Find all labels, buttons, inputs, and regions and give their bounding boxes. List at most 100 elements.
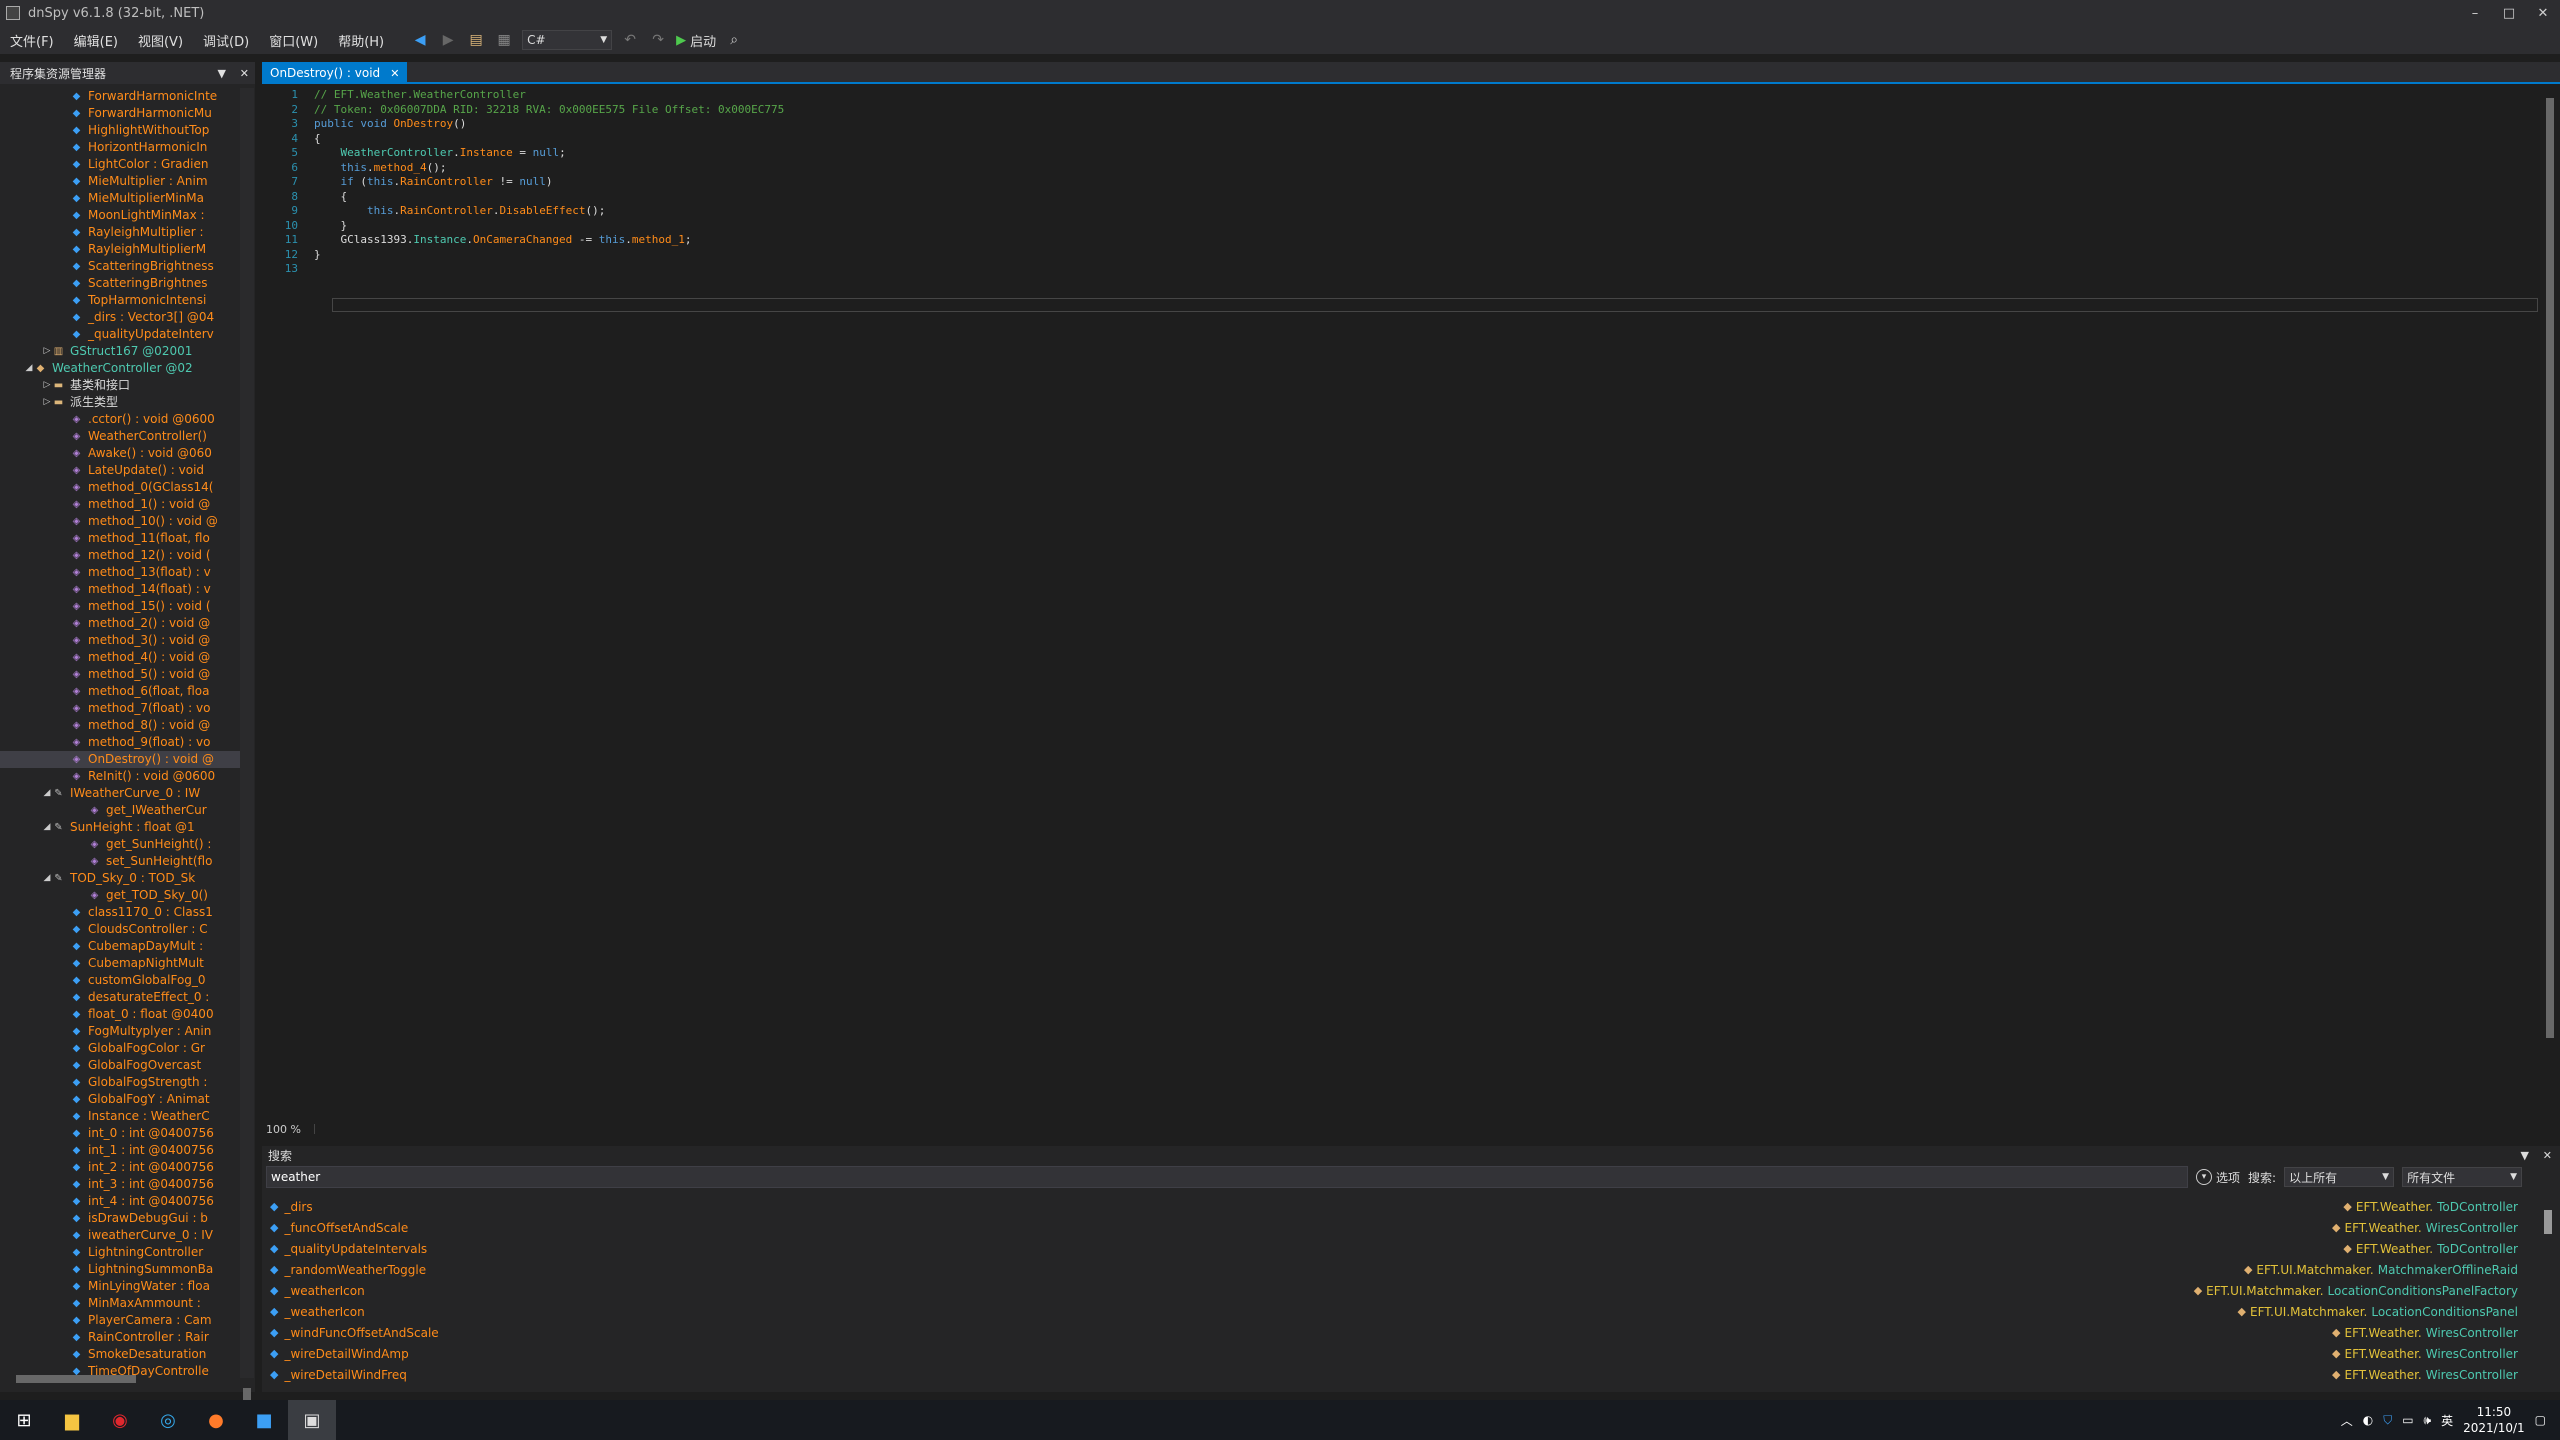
ime-indicator[interactable]: 英 [2441,1412,2453,1429]
tree-item[interactable]: ◈ ReInit() : void @0600 [0,768,240,785]
network-icon[interactable]: ▭ [2402,1413,2413,1427]
search-result-row[interactable]: ◆ _wireDetailWindFreq ◆ EFT.Weather. WiresCo… [262,1364,2532,1385]
tree-item[interactable]: ◆ HorizontHarmonicIn [0,139,240,156]
tree-item[interactable]: ◢ ✎ TOD_Sky_0 : TOD_Sk [0,870,240,887]
open-list-icon[interactable]: ▦ [494,30,514,50]
tree-item[interactable]: ◆ CubemapNightMult [0,955,240,972]
tree-item[interactable]: ◆ class1170_0 : Class1 [0,904,240,921]
search-result-row[interactable]: ◆ _weatherIcon ◆ EFT.UI.Matchmaker. Location… [262,1301,2532,1322]
tree-item[interactable]: ◈ method_11(float, flo [0,530,240,547]
dnspy-taskbar-icon[interactable]: ▣ [288,1400,336,1440]
search-input[interactable]: weather [266,1166,2188,1188]
tree-vertical-scrollbar[interactable] [240,88,254,1408]
tree-item[interactable]: ◈ method_12() : void ( [0,547,240,564]
tree-item[interactable]: ◆ _qualityUpdateInterv [0,326,240,343]
start-debug-button[interactable]: ▶ 启动 [676,31,716,50]
windows-start-icon[interactable]: ⊞ [0,1400,48,1440]
tab-ondestroy[interactable]: OnDestroy() : void ✕ [262,62,408,84]
tree-item[interactable]: ◆ MieMultiplierMinMa [0,190,240,207]
tree-item[interactable]: ◈ method_15() : void ( [0,598,240,615]
panel-close-icon[interactable]: ✕ [240,67,249,80]
search-result-row[interactable]: ◆ _wireDetailWindAmp ◆ EFT.Weather. WiresCon… [262,1343,2532,1364]
tree-item[interactable]: ◈ method_3() : void @ [0,632,240,649]
search-icon[interactable]: ⌕ [724,30,744,50]
tray-overflow-icon[interactable]: ︿ [2341,1412,2353,1429]
tree-item[interactable]: ◆ _dirs : Vector3[] @04 [0,309,240,326]
tree-item[interactable]: ◆ customGlobalFog_0 [0,972,240,989]
tree-item[interactable]: ◆ int_0 : int @0400756 [0,1125,240,1142]
forward-icon[interactable]: ▶ [438,30,458,50]
expander-icon[interactable]: ◢ [42,785,52,802]
tree-item[interactable]: ◢ ✎ SunHeight : float @1 [0,819,240,836]
tree-item[interactable]: ◆ MieMultiplier : Anim [0,173,240,190]
tree-item[interactable]: ◆ LightningSummonBa [0,1261,240,1278]
menu-file[interactable]: 文件(F) [0,31,64,50]
search-panel-close-icon[interactable]: ✕ [2543,1149,2552,1162]
expander-icon[interactable]: ▷ [42,394,52,411]
file-explorer-icon[interactable]: ▆ [48,1400,96,1440]
menu-window[interactable]: 窗口(W) [259,31,328,50]
search-scope-select[interactable]: 以上所有 ▼ [2284,1167,2395,1187]
tree-item[interactable]: ▷ ▥ GStruct167 @02001 [0,343,240,360]
tree-item[interactable]: ◆ FogMultyplyer : Anin [0,1023,240,1040]
clock[interactable]: 11:50 2021/10/1 [2463,1404,2525,1436]
tree-item[interactable]: ◈ set_SunHeight(flo [0,853,240,870]
tree-item[interactable]: ◆ RainController : Rair [0,1329,240,1346]
tree-item[interactable]: ◈ method_8() : void @ [0,717,240,734]
tree-item[interactable]: ◈ .cctor() : void @0600 [0,411,240,428]
tree-item[interactable]: ◈ method_9(float) : vo [0,734,240,751]
netease-music-icon[interactable]: ◉ [96,1400,144,1440]
open-file-icon[interactable]: ▤ [466,30,486,50]
edge-browser-icon[interactable]: ◎ [144,1400,192,1440]
tree-item[interactable]: ◆ MinLyingWater : floa [0,1278,240,1295]
tree-item[interactable]: ◆ ScatteringBrightness [0,258,240,275]
expander-icon[interactable]: ▷ [42,377,52,394]
search-result-row[interactable]: ◆ _funcOffsetAndScale ◆ EFT.Weather. WiresCo… [262,1217,2532,1238]
tree-item[interactable]: ◆ HighlightWithoutTop [0,122,240,139]
tree-item[interactable]: ◈ get_IWeatherCur [0,802,240,819]
tree-item[interactable]: ◈ method_7(float) : vo [0,700,240,717]
tree-item[interactable]: ◈ method_13(float) : v [0,564,240,581]
tree-item[interactable]: ◆ ForwardHarmonicInte [0,88,240,105]
search-result-row[interactable]: ◆ _windFuncOffsetAndScale ◆ EFT.Weather. Wir… [262,1322,2532,1343]
redo-icon[interactable]: ↷ [648,30,668,50]
tray-app-icon[interactable]: ◐ [2363,1413,2373,1427]
security-shield-icon[interactable]: ⛉ [2383,1413,2392,1428]
tree-item[interactable]: ◆ int_2 : int @0400756 [0,1159,240,1176]
tree-item[interactable]: ▷ ▬ 派生类型 [0,394,240,411]
tree-item[interactable]: ◆ int_3 : int @0400756 [0,1176,240,1193]
tree-item[interactable]: ◆ SmokeDesaturation [0,1346,240,1363]
tree-item[interactable]: ◈ method_14(float) : v [0,581,240,598]
volume-icon[interactable]: 🕪 [2424,1413,2432,1428]
notification-icon[interactable]: ▢ [2535,1413,2546,1427]
tree-item[interactable]: ◈ method_10() : void @ [0,513,240,530]
search-result-row[interactable]: ◆ _weatherIcon ◆ EFT.UI.Matchmaker. Location… [262,1280,2532,1301]
search-result-row[interactable]: ◆ _dirs ◆ EFT.Weather. ToDController [262,1196,2532,1217]
tab-close-icon[interactable]: ✕ [390,67,399,80]
close-window-button[interactable]: ✕ [2526,0,2560,26]
tree-item[interactable]: ◈ WeatherController() [0,428,240,445]
tree-item[interactable]: ◆ int_4 : int @0400756 [0,1193,240,1210]
tree-item[interactable]: ◆ GlobalFogOvercast [0,1057,240,1074]
tree-item[interactable]: ◆ iweatherCurve_0 : IV [0,1227,240,1244]
results-vertical-scrollbar[interactable] [2542,1196,2554,1390]
tree-item[interactable]: ◈ get_TOD_Sky_0() [0,887,240,904]
tree-item[interactable]: ◆ MinMaxAmmount : [0,1295,240,1312]
tree-item[interactable]: ◆ isDrawDebugGui : b [0,1210,240,1227]
tree-item[interactable]: ◆ Instance : WeatherC [0,1108,240,1125]
tree-item[interactable]: ◆ PlayerCamera : Cam [0,1312,240,1329]
tree-item[interactable]: ◆ CubemapDayMult : [0,938,240,955]
tree-item[interactable]: ◆ MoonLightMinMax : [0,207,240,224]
tree-item[interactable]: ◆ GlobalFogColor : Gr [0,1040,240,1057]
search-files-select[interactable]: 所有文件 ▼ [2402,1167,2523,1187]
tree-item[interactable]: ◆ CloudsController : C [0,921,240,938]
undo-icon[interactable]: ↶ [620,30,640,50]
tree-item[interactable]: ◆ float_0 : float @0400 [0,1006,240,1023]
tree-item[interactable]: ◈ get_SunHeight() : [0,836,240,853]
search-result-row[interactable]: ◆ _randomWeatherToggle ◆ EFT.UI.Matchmaker.… [262,1259,2532,1280]
tree-item[interactable]: ◈ method_2() : void @ [0,615,240,632]
tree-item[interactable]: ◆ ScatteringBrightnes [0,275,240,292]
tree-item[interactable]: ◢ ✎ IWeatherCurve_0 : IW [0,785,240,802]
menu-view[interactable]: 视图(V) [128,31,193,50]
menu-edit[interactable]: 编辑(E) [64,31,128,50]
